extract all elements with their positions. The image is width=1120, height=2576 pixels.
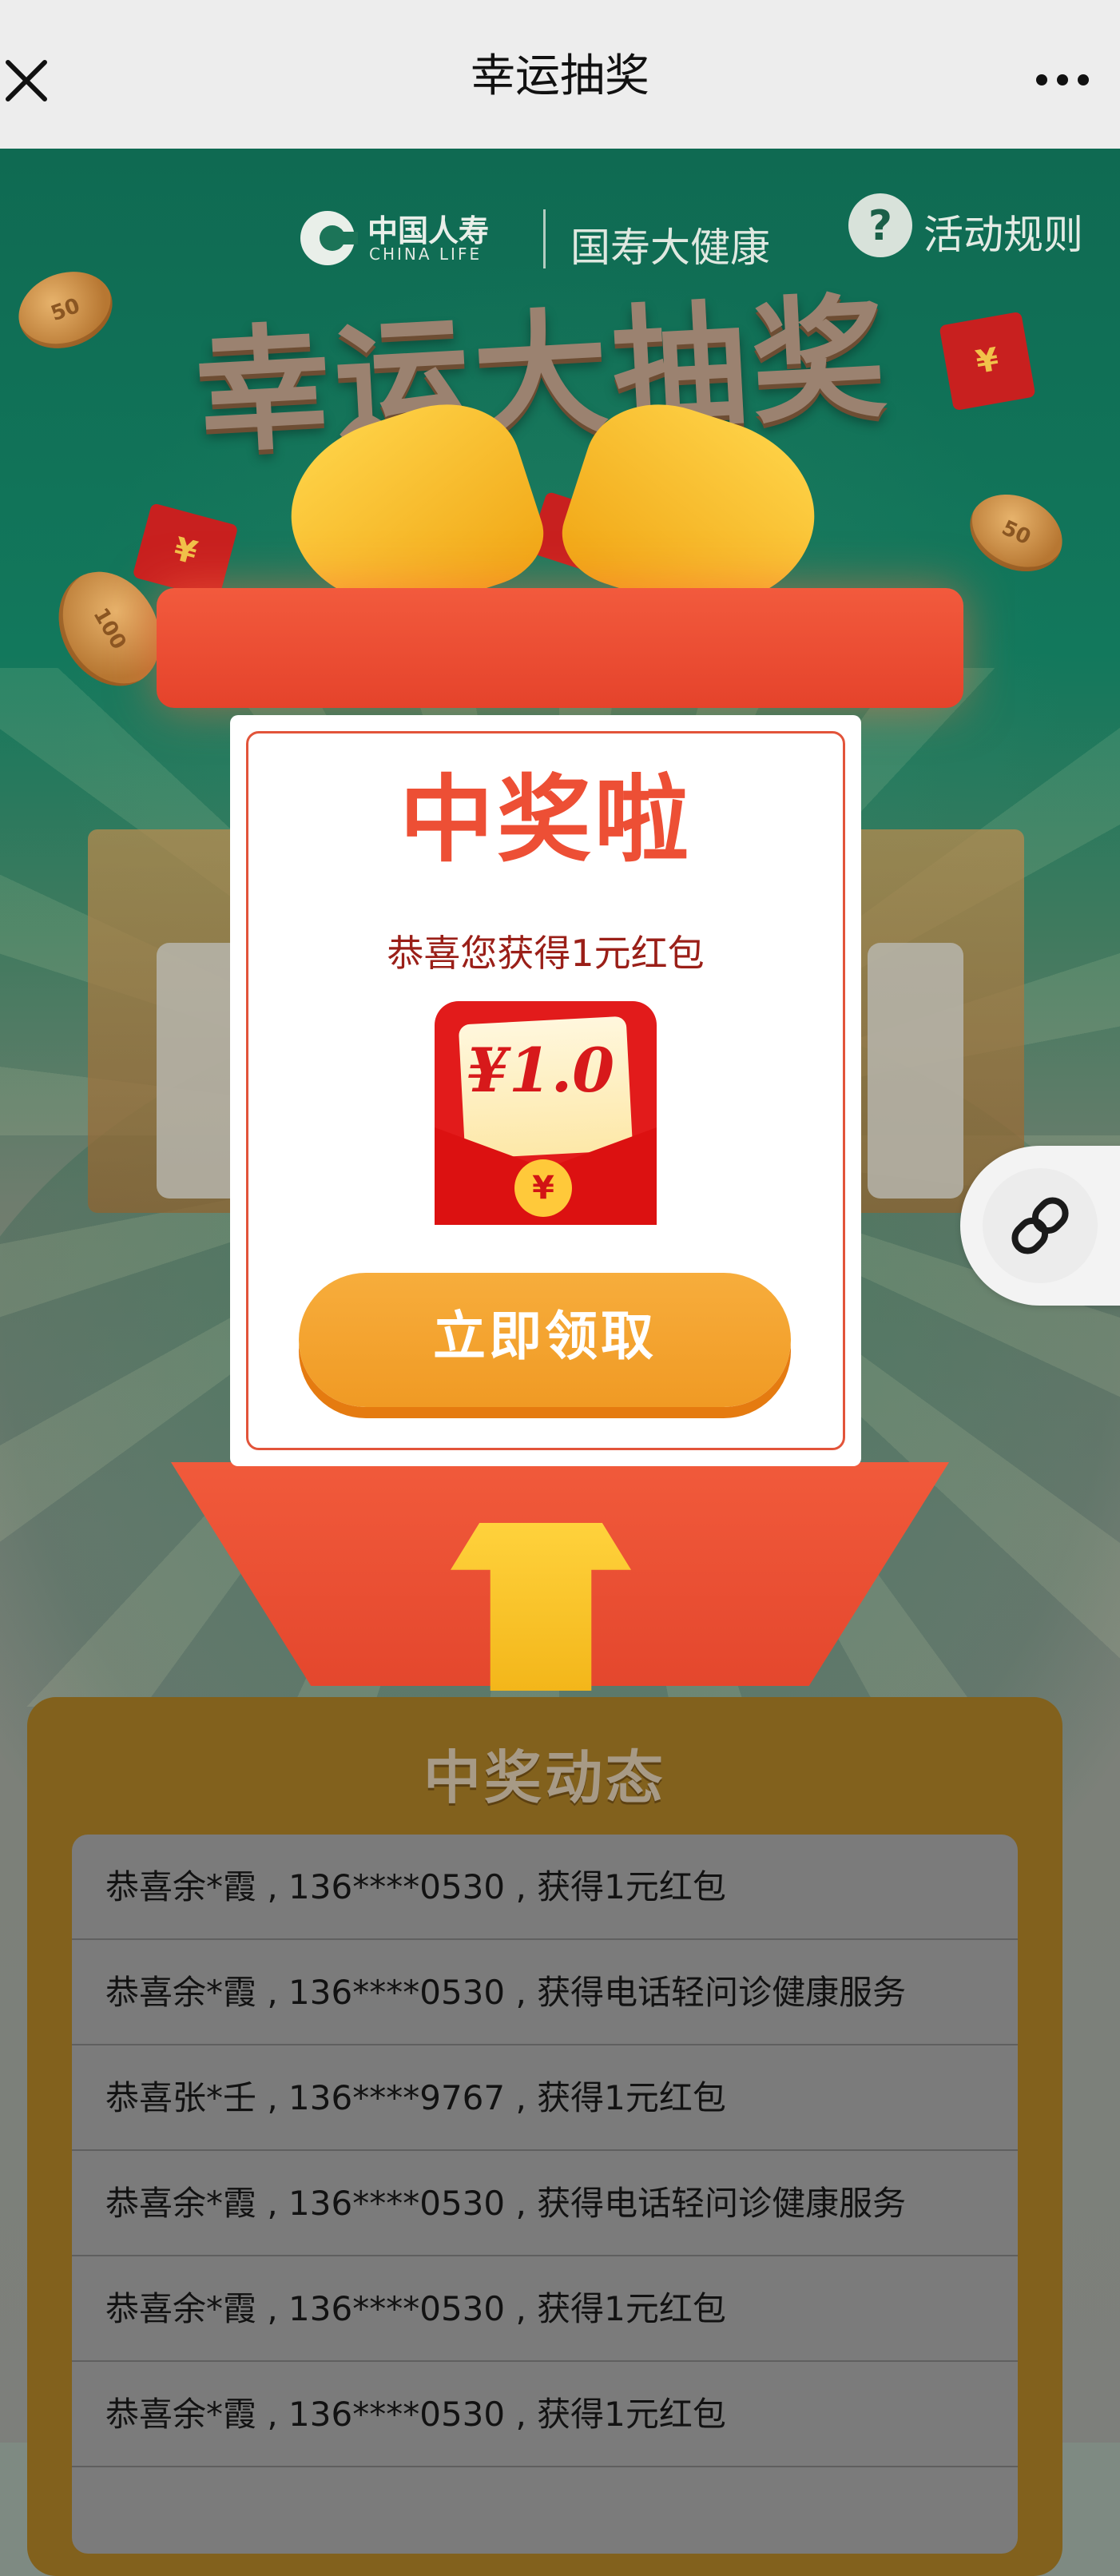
winners-panel: 中奖动态 恭喜余*霞 , 136****0530 , 获得1元红包 恭喜余*霞 … bbox=[27, 1697, 1062, 2576]
envelope-amount: ¥1.0 bbox=[467, 1035, 615, 1106]
svg-text:?: ? bbox=[868, 202, 892, 250]
list-item: 恭喜张*壬 , 136****9767 , 获得1元红包 bbox=[72, 2045, 1018, 2151]
activity-rules-label: 活动规则 bbox=[923, 212, 1083, 258]
link-icon bbox=[983, 1168, 1098, 1283]
brand-divider bbox=[543, 209, 546, 268]
more-dots-icon[interactable] bbox=[1034, 56, 1091, 104]
list-item: 恭喜余*霞 , 136****0530 , 获得1元红包 bbox=[72, 1835, 1018, 1940]
red-envelope-decoration-icon: ¥ bbox=[939, 311, 1036, 411]
claim-now-button[interactable]: 立即领取 bbox=[299, 1273, 791, 1407]
brand-name-cn: 中国人寿 bbox=[367, 213, 490, 248]
winners-list[interactable]: 恭喜余*霞 , 136****0530 , 获得1元红包 恭喜余*霞 , 136… bbox=[72, 1835, 1018, 2554]
list-item: 恭喜余*霞 , 136****0530 , 获得1元红包 bbox=[72, 2362, 1018, 2467]
right-box-window bbox=[868, 943, 963, 1199]
china-life-logo-icon bbox=[297, 208, 358, 268]
list-item: 恭喜余*霞 , 136****0530 , 获得1元红包 bbox=[72, 2256, 1018, 2362]
yuan-seal-icon: ¥ bbox=[514, 1159, 572, 1217]
prize-modal: 中奖啦 恭喜您获得1元红包 ¥1.0 ¥ 立即领取 bbox=[230, 715, 861, 1466]
page-title: 幸运抽奖 bbox=[471, 50, 649, 102]
question-circle-icon: ? bbox=[847, 192, 914, 259]
brand-name-en: CHINA LIFE bbox=[369, 244, 483, 264]
list-item: 恭喜余*霞 , 136****0530 , 获得电话轻问诊健康服务 bbox=[72, 1940, 1018, 2045]
prize-modal-title: 中奖啦 bbox=[399, 765, 692, 875]
prize-message: 恭喜您获得1元红包 bbox=[387, 932, 705, 975]
sub-brand-name: 国寿大健康 bbox=[570, 225, 770, 271]
top-nav-bar: 幸运抽奖 bbox=[0, 0, 1120, 149]
list-item: 恭喜余*霞 , 136****0530 , 获得电话轻问诊健康服务 bbox=[72, 2151, 1018, 2256]
gift-box-lid bbox=[157, 588, 963, 708]
floating-link-button[interactable] bbox=[960, 1146, 1120, 1306]
winners-title: 中奖动态 bbox=[423, 1744, 666, 1811]
red-envelope-icon: ¥1.0 ¥ bbox=[435, 1001, 657, 1225]
